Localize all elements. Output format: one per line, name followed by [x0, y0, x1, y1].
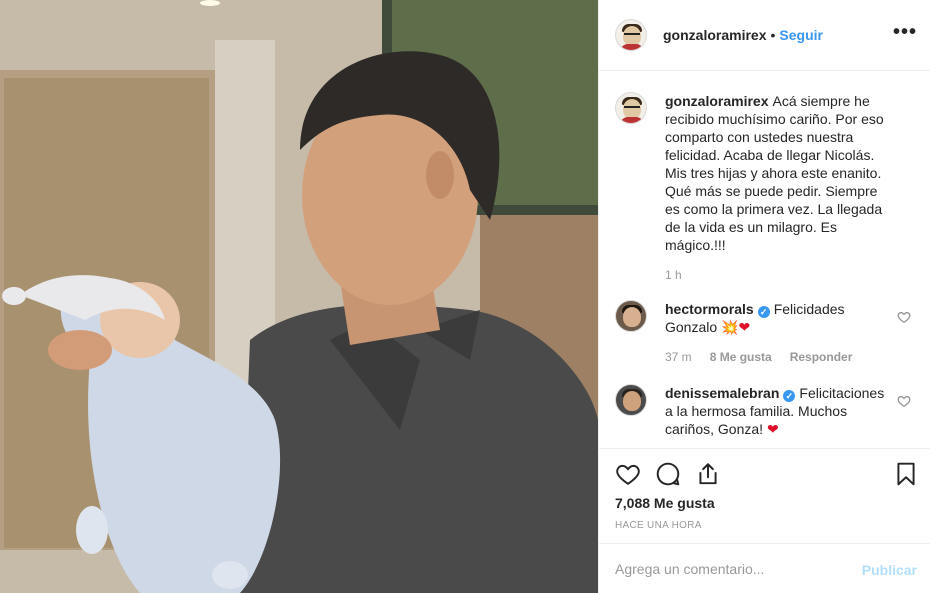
- comment-body: denissemalebran ✓ Felicitaciones a la herm…: [665, 384, 887, 438]
- comment-meta: 37 m 8 Me gusta Responder: [665, 348, 887, 366]
- heart-icon[interactable]: [615, 461, 641, 487]
- comment-input[interactable]: [615, 558, 855, 580]
- caption-avatar[interactable]: [615, 92, 647, 124]
- reply-button[interactable]: Responder: [790, 348, 853, 366]
- likes-count[interactable]: 7,088 Me gusta: [615, 495, 715, 511]
- caption-username[interactable]: gonzaloramirex: [665, 93, 768, 109]
- comments-list[interactable]: gonzaloramirex Acá siempre he recibido mu…: [599, 72, 930, 448]
- verified-badge-icon: ✓: [783, 390, 796, 402]
- bookmark-icon[interactable]: [893, 461, 919, 487]
- comment-time[interactable]: 37 m: [665, 348, 692, 366]
- comment-item: denissemalebran ✓ Felicitaciones a la herm…: [615, 384, 915, 438]
- post-header: gonzaloramirex • Seguir •••: [599, 0, 930, 71]
- red-heart-emoji-icon: ❤: [766, 421, 779, 437]
- photo-illustration: [0, 0, 598, 593]
- instagram-post-modal: gonzaloramirex • Seguir ••• gonzaloramir…: [0, 0, 930, 593]
- caption-meta: 1 h: [665, 266, 887, 284]
- comment-body: hectormorals ✓ Felicidades Gonzalo 💥❤ 37 m…: [665, 300, 887, 366]
- follow-button[interactable]: Seguir: [779, 27, 823, 43]
- commenter-avatar[interactable]: [615, 384, 647, 416]
- red-heart-emoji-icon: ❤: [738, 319, 751, 335]
- comment-like-heart-icon[interactable]: [897, 310, 911, 324]
- caption-item: gonzaloramirex Acá siempre he recibido mu…: [615, 92, 915, 284]
- publish-button[interactable]: Publicar: [862, 562, 917, 578]
- caption-body: gonzaloramirex Acá siempre he recibido mu…: [665, 92, 887, 284]
- comment-username[interactable]: denissemalebran: [665, 385, 779, 401]
- comment-item: hectormorals ✓ Felicidades Gonzalo 💥❤ 37 m…: [615, 300, 915, 366]
- commenter-avatar[interactable]: [615, 300, 647, 332]
- comment-icon[interactable]: [655, 461, 681, 487]
- header-separator: •: [770, 27, 776, 43]
- action-icons-row: [615, 461, 915, 487]
- post-timestamp[interactable]: HACE UNA HORA: [615, 520, 702, 531]
- caption-text: Acá siempre he recibido muchísimo cariño…: [665, 93, 884, 253]
- caption-time[interactable]: 1 h: [665, 266, 682, 284]
- author-username[interactable]: gonzaloramirex: [663, 27, 766, 43]
- comment-username[interactable]: hectormorals: [665, 301, 754, 317]
- collision-emoji-icon: 💥: [721, 319, 739, 335]
- post-photo[interactable]: [0, 0, 598, 593]
- share-icon[interactable]: [695, 461, 721, 487]
- add-comment-bar: Publicar: [599, 543, 930, 593]
- comment-like-heart-icon[interactable]: [897, 394, 911, 408]
- post-actions: 7,088 Me gusta HACE UNA HORA: [599, 448, 930, 543]
- post-side-panel: gonzaloramirex • Seguir ••• gonzaloramir…: [598, 0, 930, 593]
- comment-likes[interactable]: 8 Me gusta: [710, 348, 772, 366]
- author-avatar[interactable]: [615, 19, 647, 51]
- more-options-icon[interactable]: •••: [893, 22, 917, 42]
- verified-badge-icon: ✓: [757, 306, 770, 318]
